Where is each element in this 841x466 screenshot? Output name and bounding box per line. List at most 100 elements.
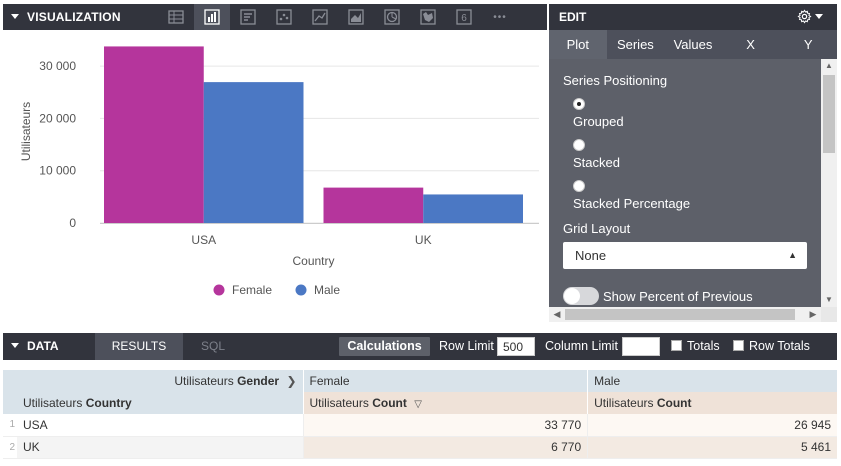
row-number-header [3,370,17,392]
calculations-button[interactable]: Calculations [339,337,430,356]
radio-stacked-percentage[interactable]: Stacked Percentage [563,180,821,211]
scroll-corner [821,307,837,322]
more-icon[interactable]: ••• [482,4,518,30]
x-axis-label: Country [292,254,334,268]
gear-menu[interactable] [797,9,823,24]
row-limit-input[interactable]: 500 [497,337,535,356]
measure-header-male[interactable]: Utilisateurs Count [587,392,837,414]
grid-layout-select[interactable]: None ▲ [563,242,807,269]
radio-label: Stacked Percentage [573,196,691,211]
show-percent-label: Show Percent of Previous [603,288,753,304]
data-bar: DATA RESULTS SQL Calculations Row Limit … [3,333,837,360]
measure-prefix: Utilisateurs [594,396,654,410]
row-totals-checkbox[interactable] [733,340,744,351]
caret-down-icon [11,343,19,349]
y-axis-label: Utilisateurs [19,102,33,161]
measure-header-female[interactable]: Utilisateurs Count ▽ [302,392,588,414]
data-toggle[interactable]: DATA [11,333,59,360]
radio-grouped[interactable]: Grouped [563,98,821,129]
country-cell[interactable]: USA [17,414,303,437]
caret-down-icon [815,14,823,19]
x-tick-label: UK [415,233,432,247]
scroll-thumb[interactable] [823,75,835,153]
vertical-scrollbar[interactable]: ▲ ▼ [821,59,837,307]
show-percent-toggle[interactable] [563,287,599,305]
pivot-value-female: Female [302,370,588,392]
scroll-down-icon[interactable]: ▼ [821,293,837,307]
column-limit-input[interactable] [622,337,660,356]
male-count-cell[interactable]: 5 461 [587,436,837,459]
edit-title: EDIT [559,10,587,24]
female-count-cell[interactable]: 6 770 [302,436,588,459]
edit-header: EDIT [549,4,837,30]
legend-label-female: Female [232,283,272,297]
area-chart-icon[interactable] [338,4,374,30]
scroll-thumb[interactable] [565,309,795,320]
pivot-prefix: Utilisateurs [174,374,234,388]
chevron-right-icon: ❯ [286,374,297,388]
tab-x[interactable]: X [722,30,780,59]
horizontal-scrollbar[interactable]: ◀ ▶ [549,307,821,322]
single-value-icon[interactable] [230,4,266,30]
grid-layout-value: None [575,248,607,263]
line-chart-icon[interactable] [302,4,338,30]
tab-values[interactable]: Values [664,30,722,59]
table-icon[interactable] [158,4,194,30]
scroll-up-icon[interactable]: ▲ [821,59,837,73]
totals-checkbox[interactable] [671,340,682,351]
bar-female-uk [323,187,424,223]
edit-tabs: Plot Series Values X Y [549,30,837,59]
y-tick-label: 20 000 [39,111,76,125]
country-cell[interactable]: UK [17,436,303,459]
caret-down-icon [11,14,19,20]
y-tick-label: 0 [69,216,76,230]
pivot-field-header[interactable]: Utilisateurs Gender ❯ [17,370,303,392]
radio-stacked[interactable]: Stacked [563,139,821,170]
tab-series[interactable]: Series [607,30,665,59]
map-icon[interactable] [410,4,446,30]
dimension-header[interactable]: Utilisateurs Country [17,392,303,414]
select-arrows-icon: ▲ [788,250,797,260]
bar-female-usa [104,46,204,223]
radio-button[interactable] [573,98,585,110]
number-six-icon[interactable]: 6 [446,4,482,30]
series-positioning-label: Series Positioning [563,73,668,88]
radio-button[interactable] [573,139,585,151]
y-tick-label: 10 000 [39,164,76,178]
data-title: DATA [27,339,59,353]
tab-y[interactable]: Y [779,30,837,59]
scatter-icon[interactable] [266,4,302,30]
chart-area: 0 10 000 20 000 30 000 Utilisateurs USA UK Coun… [3,30,547,330]
measure-field: Count [656,396,692,410]
show-percent-row: Show Percent of Previous [563,287,821,305]
table-row: 2 UK 6 770 5 461 [3,436,837,459]
male-count-cell[interactable]: 26 945 [587,414,837,437]
row-number-header [3,392,17,414]
tab-results[interactable]: RESULTS [95,333,183,360]
viz-type-toolbar: 6 ••• [158,4,518,30]
y-tick-label: 30 000 [39,59,76,73]
measure-field: Count [372,396,407,410]
edit-panel: EDIT Plot Series Values X Y Series Posit… [549,4,837,322]
column-limit-label: Column Limit [545,339,618,353]
pivot-header-row: Utilisateurs Gender ❯ Female Male [3,370,837,392]
visualization-header: VISUALIZATION 6 ••• [3,4,547,30]
column-chart-icon[interactable] [194,4,230,30]
pivot-value-male: Male [587,370,837,392]
scroll-left-icon[interactable]: ◀ [549,307,565,322]
pie-chart-icon[interactable] [374,4,410,30]
tab-sql[interactable]: SQL [183,333,243,360]
tab-plot[interactable]: Plot [549,30,607,59]
dimension-field: Country [85,396,132,410]
radio-label: Grouped [573,114,624,129]
scroll-right-icon[interactable]: ▶ [805,307,821,322]
bar-male-usa [203,82,304,223]
legend-label-male: Male [314,283,340,297]
radio-button[interactable] [573,180,585,192]
visualization-toggle[interactable]: VISUALIZATION [11,4,121,30]
row-totals-label: Row Totals [749,339,810,353]
more-dots: ••• [493,11,507,23]
gear-icon [797,9,812,24]
row-number: 1 [3,414,17,437]
female-count-cell[interactable]: 33 770 [302,414,588,437]
